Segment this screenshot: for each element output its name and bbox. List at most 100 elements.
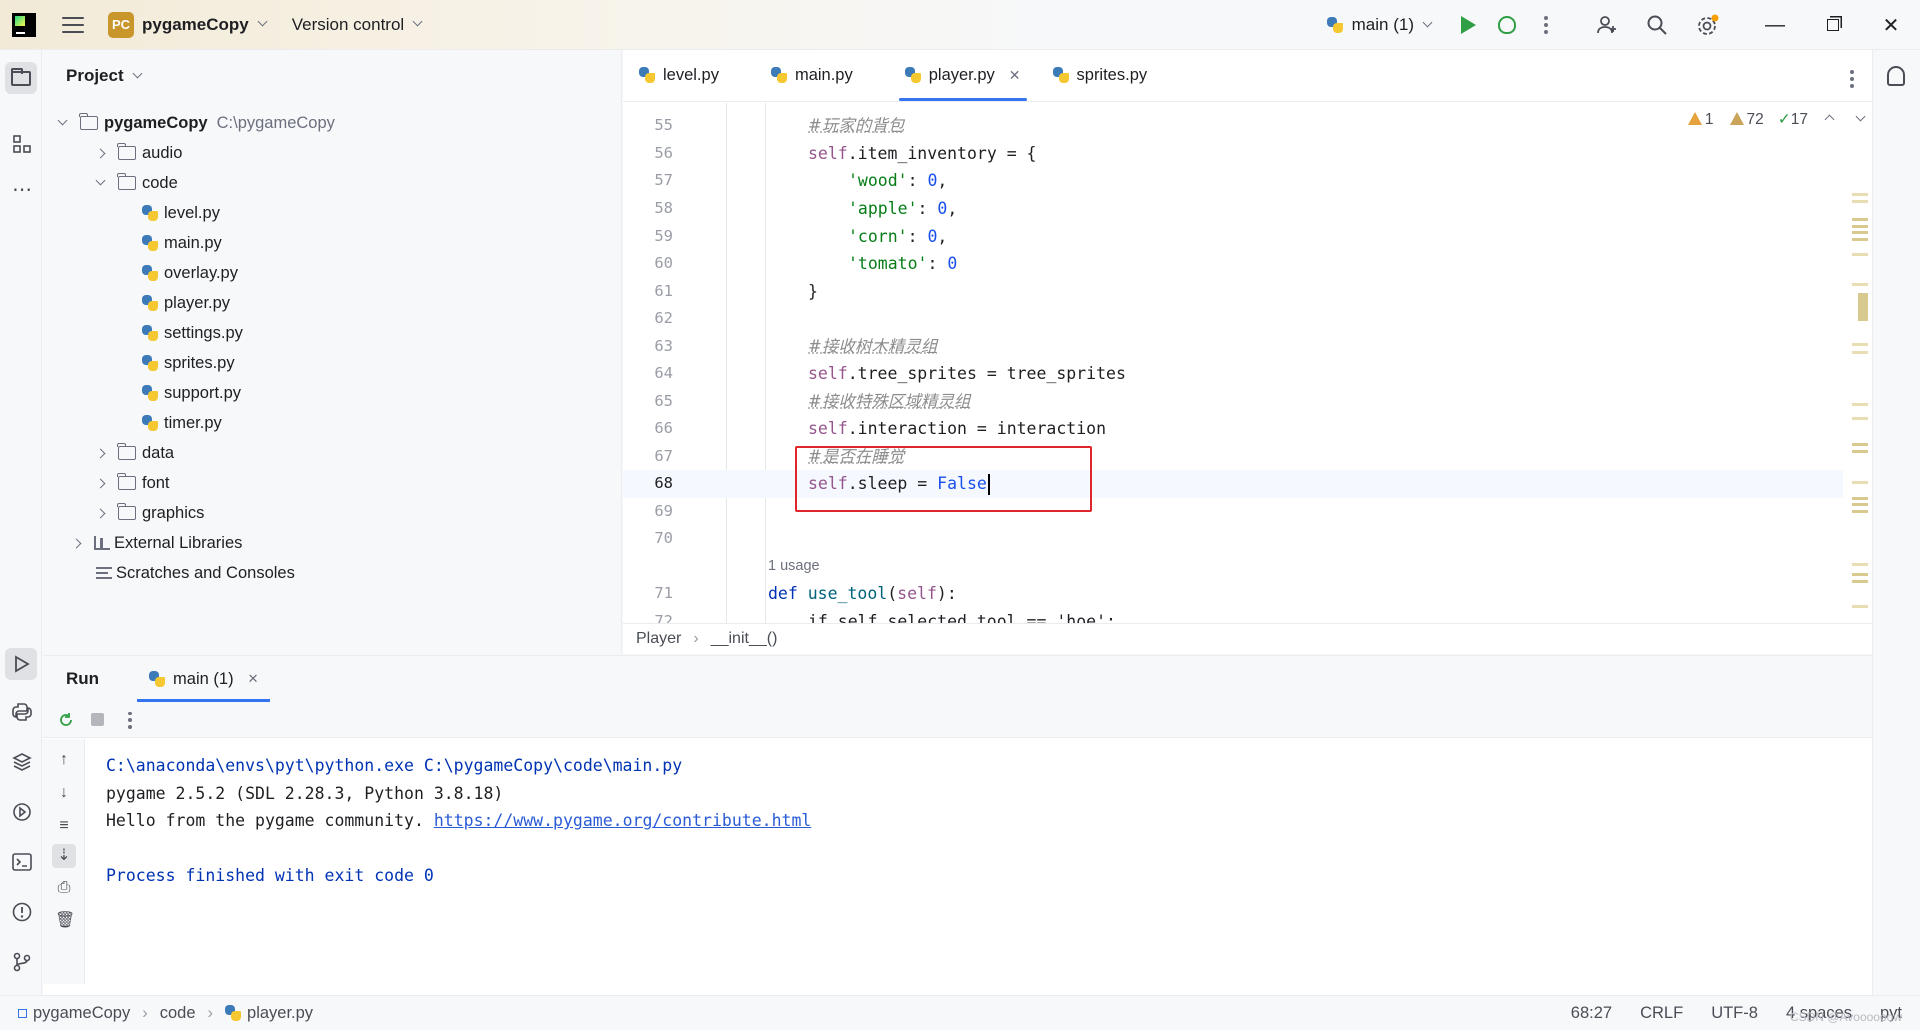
line-number: 68 <box>654 474 673 492</box>
chevron-down-icon[interactable] <box>257 16 268 27</box>
tree-root[interactable]: pygameCopy C:\pygameCopy <box>57 108 335 138</box>
stop-icon[interactable] <box>89 711 107 729</box>
line-separator[interactable]: CRLF <box>1640 1004 1683 1023</box>
status-crumb-folder[interactable]: code <box>160 1004 196 1023</box>
python-file-icon <box>142 385 158 401</box>
expand-arrow-icon[interactable] <box>95 175 106 185</box>
chevron-down-icon[interactable] <box>412 16 423 27</box>
line-number: 57 <box>654 171 673 189</box>
python-file-icon <box>142 265 158 281</box>
close-tab-icon[interactable]: ✕ <box>1009 67 1021 84</box>
settings-gear-icon[interactable] <box>1696 14 1719 36</box>
tab-level-py[interactable]: level.py <box>623 49 735 101</box>
tab-player-py[interactable]: player.py ✕ <box>889 49 1037 101</box>
terminal-tool-button[interactable] <box>8 848 36 876</box>
tree-file-player-py[interactable]: player.py <box>142 288 230 318</box>
run-icon[interactable] <box>1461 16 1476 34</box>
code-line: 1 usage <box>623 553 1843 581</box>
collapse-arrow-icon[interactable] <box>71 538 82 548</box>
rerun-icon[interactable] <box>57 711 75 729</box>
more-run-actions-icon[interactable] <box>121 711 139 729</box>
collapse-arrow-icon[interactable] <box>95 478 106 488</box>
tree-folder-code[interactable]: code <box>95 168 178 198</box>
search-icon[interactable] <box>1646 14 1668 36</box>
print-icon[interactable]: ⎙ <box>55 879 73 897</box>
scroll-up-icon[interactable]: ↑ <box>55 751 73 769</box>
layers-icon <box>12 753 32 771</box>
project-switcher[interactable]: pygameCopy <box>142 15 249 35</box>
python-file-icon <box>770 67 787 83</box>
breadcrumb-class[interactable]: Player <box>636 630 681 648</box>
add-user-icon[interactable] <box>1596 14 1618 36</box>
expand-arrow-icon[interactable] <box>57 115 68 125</box>
code-line: 61} <box>623 278 1843 306</box>
project-tool-button[interactable] <box>5 62 37 94</box>
main-menu-icon[interactable] <box>62 16 84 33</box>
version-control-menu[interactable]: Version control <box>292 15 404 35</box>
git-tool-button[interactable] <box>8 948 36 976</box>
more-tools-icon[interactable]: ⋯ <box>8 175 36 203</box>
minimize-button[interactable]: — <box>1746 0 1804 50</box>
collapse-arrow-icon[interactable] <box>95 448 106 458</box>
tree-file-sprites-py[interactable]: sprites.py <box>142 348 235 378</box>
debug-icon[interactable] <box>1498 16 1516 34</box>
watermark: CSDN @Avoooooow <box>1789 1010 1902 1024</box>
run-tab-main[interactable]: main (1) ✕ <box>137 656 271 702</box>
line-number: 62 <box>654 309 673 327</box>
tree-folder-data[interactable]: data <box>95 438 174 468</box>
tree-folder-audio[interactable]: audio <box>95 138 182 168</box>
breadcrumb-method[interactable]: __init__() <box>711 630 778 648</box>
tree-file-settings-py[interactable]: settings.py <box>142 318 243 348</box>
clear-trash-icon[interactable]: 🗑 <box>55 912 75 930</box>
services-tool-button[interactable] <box>8 798 36 826</box>
more-actions-icon[interactable] <box>1544 16 1548 34</box>
python-console-tool-button[interactable] <box>8 698 36 726</box>
chevron-down-icon[interactable] <box>132 68 143 78</box>
status-crumb-file[interactable]: player.py <box>247 1004 313 1023</box>
collapse-arrow-icon[interactable] <box>95 148 106 158</box>
notifications-bell-icon[interactable] <box>1887 66 1905 86</box>
code-line: 58'apple': 0, <box>623 195 1843 223</box>
tree-item-label: settings.py <box>164 323 243 342</box>
tree-item-label: timer.py <box>164 413 222 432</box>
tree-file-main-py[interactable]: main.py <box>142 228 222 258</box>
layers-tool-button[interactable] <box>8 748 36 776</box>
tabs-more-icon[interactable] <box>1850 70 1854 88</box>
close-window-button[interactable]: ✕ <box>1862 0 1920 50</box>
tab-sprites-py[interactable]: sprites.py <box>1037 49 1164 101</box>
project-panel-header[interactable]: Project <box>43 50 621 102</box>
console-output[interactable]: C:\anaconda\envs\pyt\python.exe C:\pygam… <box>106 752 811 890</box>
run-tool-button[interactable] <box>5 648 37 680</box>
scroll-to-end-icon[interactable]: ⇣ <box>52 844 76 868</box>
close-run-tab-icon[interactable]: ✕ <box>248 671 259 687</box>
tab-main-py[interactable]: main.py <box>755 49 869 101</box>
problems-tool-button[interactable] <box>8 898 36 926</box>
breadcrumb-separator-icon: › <box>693 630 699 647</box>
tree-file-support-py[interactable]: support.py <box>142 378 241 408</box>
tree-file-timer-py[interactable]: timer.py <box>142 408 222 438</box>
tree-external-libraries[interactable]: External Libraries <box>71 528 242 558</box>
tree-file-level-py[interactable]: level.py <box>142 198 220 228</box>
structure-icon <box>13 135 31 153</box>
run-config-selector[interactable]: main (1) <box>1326 15 1433 35</box>
python-file-icon <box>904 67 921 83</box>
status-crumb-project[interactable]: pygameCopy <box>33 1004 130 1023</box>
project-badge[interactable]: PC <box>108 11 134 38</box>
console-link[interactable]: https://www.pygame.org/contribute.html <box>434 811 812 830</box>
tree-scratches[interactable]: Scratches and Consoles <box>96 558 295 588</box>
code-comment: #接收特殊区域精灵组 <box>808 392 971 411</box>
tree-folder-font[interactable]: font <box>95 468 170 498</box>
caret-position[interactable]: 68:27 <box>1571 1004 1612 1023</box>
restore-button[interactable] <box>1804 0 1862 50</box>
code-line: 56 self.item_inventory = { <box>623 140 1843 168</box>
tree-folder-graphics[interactable]: graphics <box>95 498 204 528</box>
scroll-down-icon[interactable]: ↓ <box>55 784 73 802</box>
tree-file-overlay-py[interactable]: overlay.py <box>142 258 238 288</box>
structure-tool-button[interactable] <box>8 130 36 158</box>
usage-hint[interactable]: 1 usage <box>768 553 820 581</box>
soft-wrap-icon[interactable]: ≡ <box>55 817 73 835</box>
code-line: 69 <box>623 498 1843 526</box>
collapse-arrow-icon[interactable] <box>95 508 106 518</box>
code-area[interactable]: 54 55#玩家的背包 56self.item_inventory = { 57… <box>623 103 1872 623</box>
file-encoding[interactable]: UTF-8 <box>1711 1004 1758 1023</box>
